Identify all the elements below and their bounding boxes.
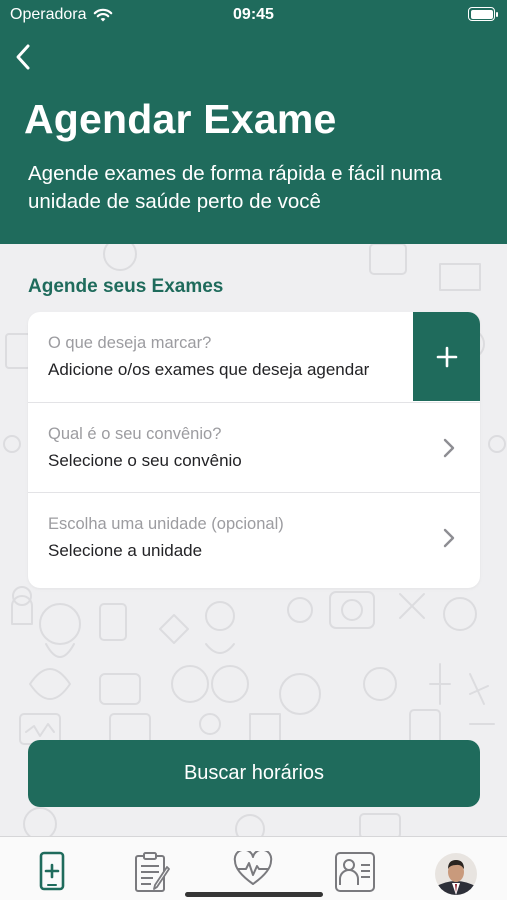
page-title: Agendar Exame (24, 96, 337, 142)
clock: 09:45 (233, 6, 274, 23)
battery-icon (468, 7, 498, 21)
insurance-label: Qual é o seu convênio? (48, 425, 222, 443)
exams-value: Adicione o/os exames que deseja agendar (48, 360, 370, 379)
unit-row[interactable]: Escolha uma unidade (opcional) Selecione… (28, 492, 480, 588)
status-bar: Operadora 09:45 (0, 0, 507, 30)
chevron-left-icon (16, 44, 30, 70)
back-button[interactable] (8, 40, 38, 74)
exams-row[interactable]: O que deseja marcar? Adicione o/os exame… (28, 312, 480, 402)
search-schedules-button[interactable]: Buscar horários (28, 740, 480, 807)
clipboard-icon (135, 852, 170, 892)
exam-form-card: O que deseja marcar? Adicione o/os exame… (28, 312, 480, 588)
exams-label: O que deseja marcar? (48, 334, 212, 352)
chevron-right-icon (443, 528, 455, 548)
insurance-row[interactable]: Qual é o seu convênio? Selecione o seu c… (28, 402, 480, 492)
phone-plus-icon (39, 851, 65, 891)
chevron-right-icon (443, 438, 455, 458)
home-indicator (185, 892, 323, 897)
unit-label: Escolha uma unidade (opcional) (48, 515, 284, 533)
page-subtitle: Agende exames de forma rápida e fácil nu… (28, 162, 442, 213)
tab-health[interactable] (229, 851, 277, 897)
add-exam-button[interactable] (413, 312, 480, 401)
profile-photo-icon (435, 853, 477, 895)
doctor-card-icon (335, 852, 375, 892)
header: Operadora 09:45 Agendar Exame Agende exa… (0, 0, 507, 244)
tab-doctors[interactable] (331, 851, 379, 897)
insurance-value: Selecione o seu convênio (48, 451, 242, 470)
plus-icon (436, 346, 457, 367)
unit-value: Selecione a unidade (48, 541, 203, 560)
section-title: Agende seus Exames (28, 276, 224, 297)
avatar[interactable] (435, 853, 477, 895)
tab-bar (0, 836, 507, 900)
heartbeat-icon (233, 851, 273, 885)
tab-schedule[interactable] (28, 851, 76, 897)
tab-exams[interactable] (128, 851, 176, 897)
